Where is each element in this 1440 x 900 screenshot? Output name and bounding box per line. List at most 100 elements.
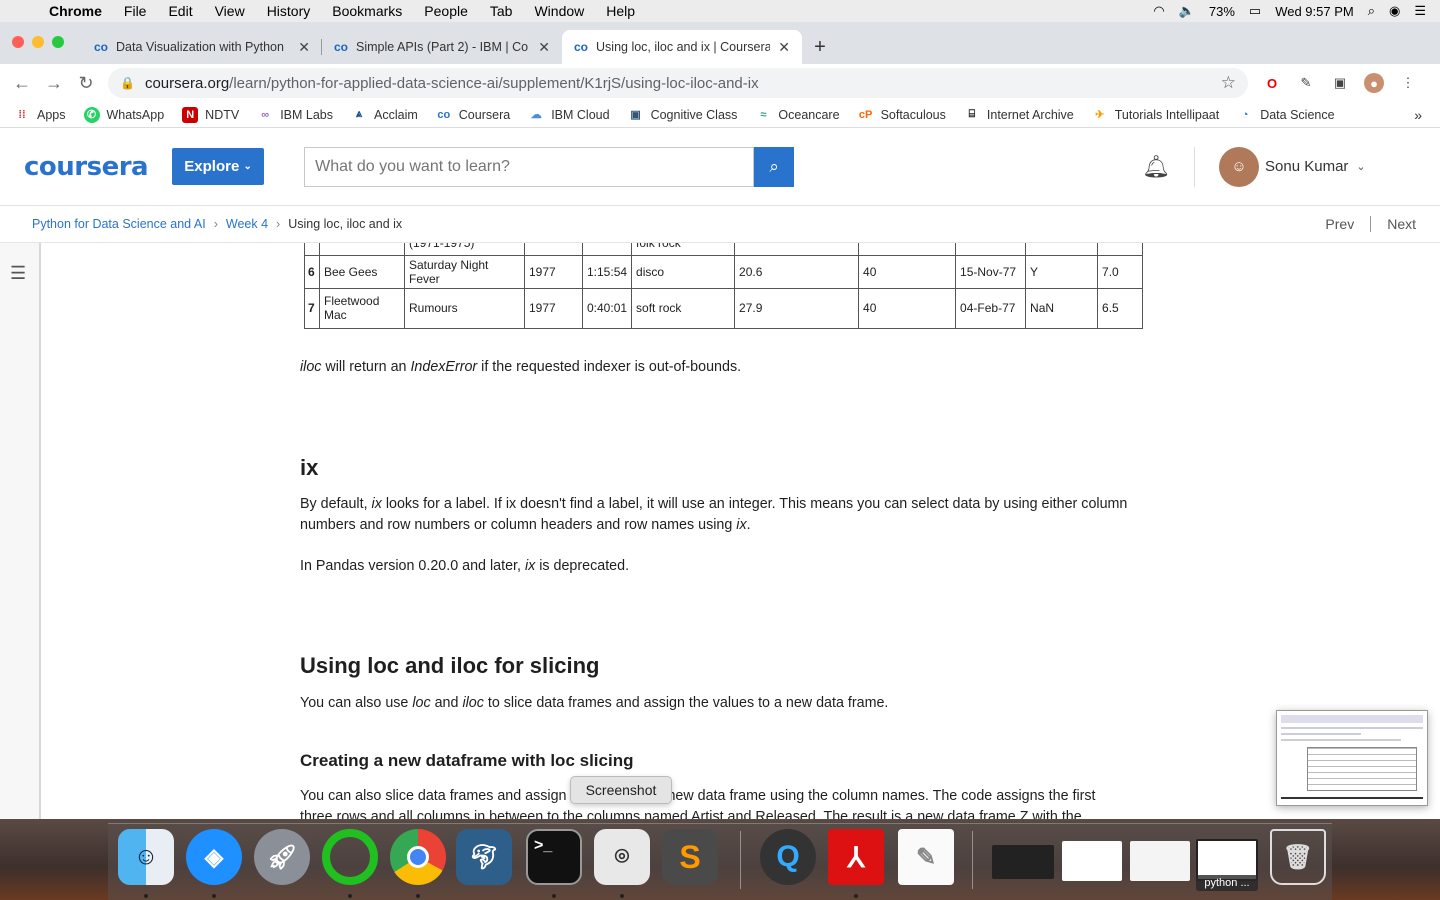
table-cell: 1:15:54	[581, 254, 633, 289]
bookmark-star-icon[interactable]: ☆	[1221, 73, 1236, 93]
table-cell: 15-Nov-77	[955, 254, 1027, 289]
chrome-menu-icon[interactable]: ⋮	[1398, 73, 1418, 93]
chrome-icon[interactable]	[390, 829, 446, 885]
launchpad-icon[interactable]: 🚀︎	[254, 829, 310, 885]
minimized-window-sublime[interactable]	[992, 845, 1054, 879]
search-button[interactable]: ⌕	[754, 146, 795, 187]
finder-icon[interactable]: ☺	[118, 829, 174, 885]
code-term: ix	[736, 517, 747, 533]
apps-grid-icon: ⁞⁞	[18, 108, 26, 121]
lock-icon[interactable]: 🔒	[120, 76, 135, 90]
close-tab-icon[interactable]: ✕	[298, 39, 310, 56]
menu-help[interactable]: Help	[595, 3, 646, 19]
bookmark-ibm-labs[interactable]: ∞ IBM Labs	[257, 107, 333, 123]
minimize-window-button[interactable]	[32, 36, 44, 48]
new-tab-button[interactable]: +	[802, 30, 838, 64]
notifications-bell-icon[interactable]: 🔔︎	[1142, 154, 1170, 180]
menu-view[interactable]: View	[204, 3, 256, 19]
sync-app-icon[interactable]	[322, 829, 378, 885]
siri-icon[interactable]: ◉	[1389, 3, 1400, 19]
bookmark-data-science[interactable]: ◔ Data Science	[1237, 107, 1335, 123]
extension-badge-icon[interactable]: ▣	[1330, 73, 1350, 93]
search-input[interactable]: What do you want to learn?	[304, 146, 755, 187]
eyedropper-icon[interactable]: ✎	[1296, 73, 1316, 93]
menu-app-name[interactable]: Chrome	[38, 3, 113, 19]
bookmark-softaculous[interactable]: cP Softaculous	[858, 107, 946, 123]
bookmark-oceancare[interactable]: ≈ Oceancare	[755, 107, 839, 123]
bookmark-acclaim[interactable]: ⩓ Acclaim	[351, 107, 418, 123]
explore-button[interactable]: Explore ⌄	[172, 148, 265, 185]
address-bar[interactable]: 🔒 coursera.org/learn/python-for-applied-…	[108, 68, 1248, 98]
mysql-workbench-icon[interactable]: 🐬︎	[456, 829, 512, 885]
bookmark-ibm-cloud[interactable]: ☁ IBM Cloud	[528, 107, 610, 123]
acrobat-icon[interactable]: ⅄	[828, 829, 884, 885]
bookmark-internet-archive[interactable]: ⌸ Internet Archive	[964, 107, 1074, 123]
user-menu-chevron-icon[interactable]: ⌄	[1356, 160, 1365, 173]
table-cell: folk rock	[631, 243, 736, 256]
bookmark-coursera[interactable]: co Coursera	[436, 107, 510, 123]
bookmarks-overflow-icon[interactable]: »	[1414, 107, 1422, 123]
breadcrumb-course-link[interactable]: Python for Data Science and AI	[32, 217, 206, 231]
browser-tab[interactable]: co Data Visualization with Python ✕	[82, 30, 322, 64]
coursera-favicon-icon: co	[334, 40, 349, 54]
browser-tab[interactable]: co Simple APIs (Part 2) - IBM | Co ✕	[322, 30, 562, 64]
user-avatar[interactable]: ☺	[1219, 146, 1260, 187]
opera-adblock-icon[interactable]: O	[1262, 73, 1282, 93]
bookmark-whatsapp[interactable]: ✆ WhatsApp	[83, 106, 164, 123]
clock[interactable]: Wed 9:57 PM	[1275, 4, 1354, 19]
safari-icon[interactable]: ◈	[186, 829, 242, 885]
menu-file[interactable]: File	[113, 3, 158, 19]
coursera-logo[interactable]: coursera	[24, 152, 149, 182]
oceancare-icon: ≈	[760, 108, 767, 121]
menu-people[interactable]: People	[413, 3, 479, 19]
volume-icon[interactable]: 🔈	[1179, 3, 1195, 19]
menu-edit[interactable]: Edit	[157, 3, 203, 19]
cognitive-class-icon: ▣	[630, 109, 641, 121]
text-run: if the requested indexer is out-of-bound…	[477, 359, 742, 375]
bookmark-ndtv[interactable]: N NDTV	[182, 106, 239, 123]
screenshot-app-icon[interactable]: ⌾	[594, 829, 650, 885]
textedit-icon[interactable]: ✎	[898, 829, 954, 885]
battery-icon[interactable]: ▭	[1249, 3, 1261, 19]
prev-link[interactable]: Prev	[1325, 216, 1354, 232]
screenshot-thumbnail-preview[interactable]	[1276, 710, 1428, 806]
menu-window[interactable]: Window	[523, 3, 595, 19]
text-run: .	[746, 517, 751, 533]
wifi-icon[interactable]: ◠	[1153, 3, 1164, 19]
bookmark-label: Data Science	[1260, 107, 1335, 122]
minimized-window-chrome[interactable]	[1130, 841, 1190, 881]
bookmark-cognitive-class[interactable]: ▣ Cognitive Class	[628, 107, 737, 123]
text-run: looks for a label. If ix doesn't find a …	[300, 496, 1128, 533]
browser-tab-active[interactable]: co Using loc, iloc and ix | Coursera ✕	[562, 30, 802, 64]
minimized-window-safari[interactable]	[1062, 841, 1122, 881]
battery-percent[interactable]: 73%	[1209, 4, 1235, 19]
close-tab-icon[interactable]: ✕	[538, 39, 550, 56]
quicktime-icon[interactable]: Q	[760, 829, 816, 885]
notification-center-icon[interactable]: ☰	[1414, 3, 1426, 19]
sublime-text-icon[interactable]: S	[662, 829, 718, 885]
next-link[interactable]: Next	[1387, 216, 1416, 232]
close-window-button[interactable]	[12, 36, 24, 48]
text-run: to slice data frames and assign the valu…	[483, 695, 889, 711]
terminal-icon[interactable]: >_	[526, 829, 582, 885]
spotlight-icon[interactable]: ⌕	[1368, 3, 1375, 19]
menu-history[interactable]: History	[256, 3, 322, 19]
menu-tab[interactable]: Tab	[479, 3, 524, 19]
forward-icon[interactable]: →	[38, 73, 70, 94]
bookmark-apps[interactable]: ⁞⁞ Apps	[14, 107, 65, 123]
back-icon[interactable]: ←	[6, 73, 38, 94]
thumbnail-dock	[1281, 797, 1423, 799]
breadcrumb-week-link[interactable]: Week 4	[226, 217, 268, 231]
close-tab-icon[interactable]: ✕	[778, 39, 790, 56]
user-name[interactable]: Sonu Kumar	[1265, 158, 1348, 175]
reload-icon[interactable]: ↻	[70, 73, 102, 94]
trash-icon[interactable]: 🗑︎	[1270, 829, 1326, 885]
zoom-window-button[interactable]	[52, 36, 64, 48]
bookmark-intellipaat[interactable]: ✈ Tutorials Intellipaat	[1092, 107, 1219, 123]
profile-avatar-icon[interactable]: ●	[1364, 73, 1384, 93]
macos-dock: ☺ ◈ 🚀︎ 🐬︎ >_ ⌾ S Q ⅄ ✎ python ... 🗑︎	[0, 819, 1440, 900]
running-indicator	[144, 894, 148, 898]
menu-bookmarks[interactable]: Bookmarks	[321, 3, 413, 19]
data-science-icon: ◔	[1241, 108, 1249, 121]
course-outline-list-icon[interactable]: ☰	[10, 263, 26, 284]
